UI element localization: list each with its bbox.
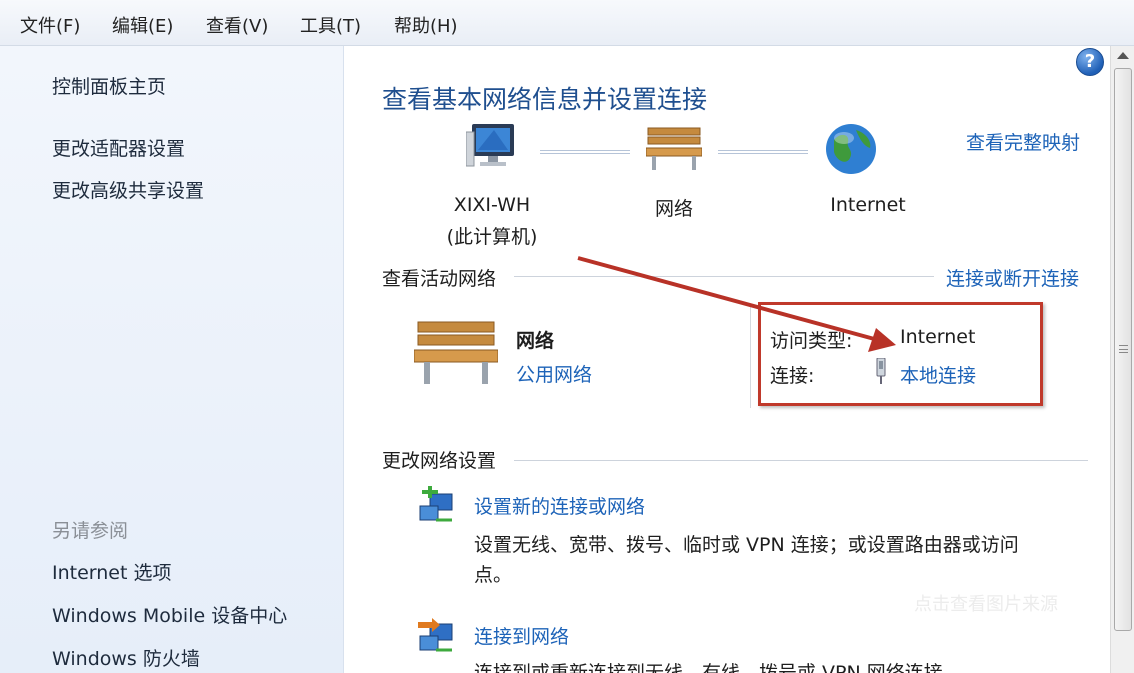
scroll-up-icon[interactable]	[1117, 52, 1129, 59]
vertical-scrollbar[interactable]	[1110, 46, 1134, 673]
arrow-annotation	[577, 256, 896, 352]
grip-icon	[1119, 345, 1128, 353]
watermark: 点击查看图片来源	[914, 594, 1058, 615]
scrollbar-thumb[interactable]	[1114, 68, 1132, 631]
